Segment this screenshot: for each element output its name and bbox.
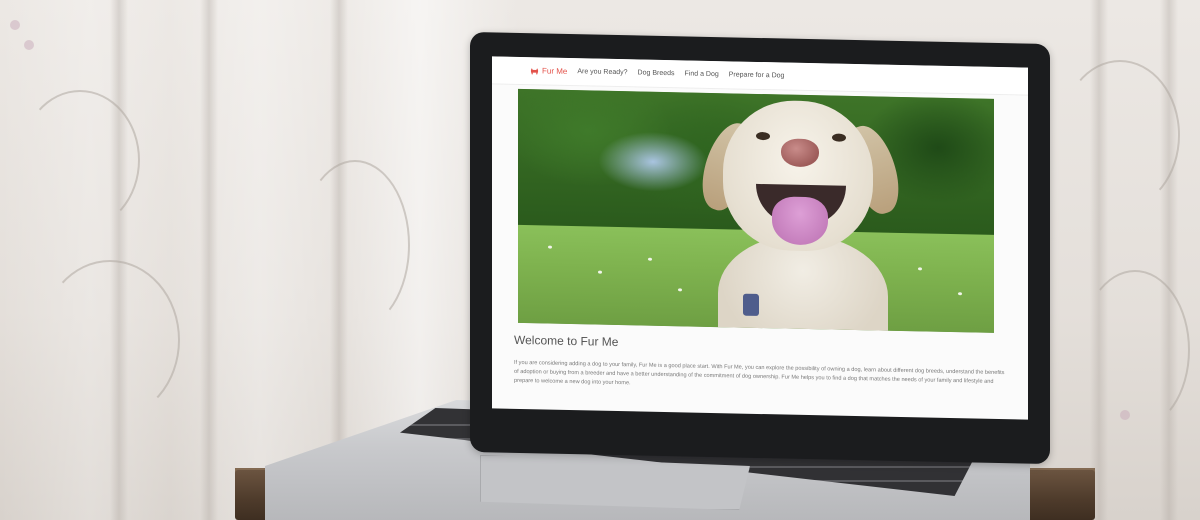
curtain-flower — [24, 40, 34, 50]
dog-icon — [530, 67, 539, 74]
curtain-vine-pattern — [1080, 270, 1190, 430]
brand-name: Fur Me — [542, 66, 568, 76]
curtain-vine-pattern — [1060, 60, 1180, 210]
dog-collar — [743, 293, 759, 316]
curtain-fold — [1160, 0, 1178, 520]
nav-find-a-dog[interactable]: Find a Dog — [685, 70, 719, 78]
dog-nose — [781, 138, 819, 168]
curtain-flower — [1120, 410, 1130, 420]
laptop-screen: Fur Me Are you Ready? Dog Breeds Find a … — [492, 56, 1028, 420]
curtain-fold — [200, 0, 218, 520]
grass-flower — [548, 245, 552, 249]
grass-flower — [648, 257, 652, 261]
hero-dog-image — [518, 88, 994, 333]
dog-eye — [756, 131, 770, 141]
laptop-lid: Fur Me Are you Ready? Dog Breeds Find a … — [470, 31, 1050, 465]
grass-flower — [598, 270, 602, 274]
dog-eye — [832, 133, 846, 142]
welcome-section: Welcome to Fur Me If you are considering… — [514, 333, 1006, 396]
grass-flower — [918, 267, 922, 271]
nav-prepare-for-a-dog[interactable]: Prepare for a Dog — [729, 71, 785, 79]
welcome-title: Welcome to Fur Me — [514, 332, 619, 350]
brand-link[interactable]: Fur Me — [530, 66, 567, 76]
hero-sky — [598, 130, 708, 193]
curtain-vine-pattern — [300, 160, 410, 330]
welcome-paragraph: If you are considering adding a dog to y… — [514, 359, 1005, 387]
dog-tongue — [772, 196, 828, 246]
curtain-flower — [10, 20, 20, 30]
grass-flower — [678, 288, 682, 292]
nav-are-you-ready[interactable]: Are you Ready? — [577, 68, 627, 76]
curtain-vine-pattern — [20, 90, 140, 230]
curtain-vine-pattern — [40, 260, 180, 420]
grass-flower — [958, 291, 962, 295]
nav-dog-breeds[interactable]: Dog Breeds — [638, 69, 675, 77]
